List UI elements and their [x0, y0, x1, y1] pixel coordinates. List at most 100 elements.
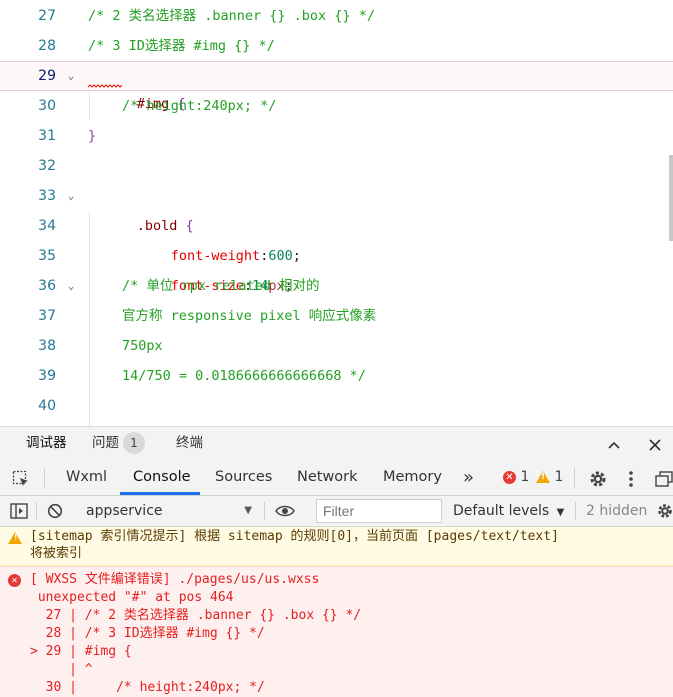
tab-console[interactable]: Console: [133, 460, 191, 495]
filter-input[interactable]: [316, 499, 442, 523]
error-detail: unexpected "#" at pos 464: [30, 590, 234, 605]
settings-button[interactable]: [588, 460, 608, 495]
log-levels-dropdown[interactable]: Default levels ▼: [453, 496, 564, 526]
console-error-message: ✕ [ WXSS 文件编译错误] ./pages/us/us.wxss unex…: [0, 566, 673, 697]
collapse-panel-button[interactable]: [607, 427, 621, 461]
tab-issues[interactable]: 问题 1: [92, 427, 145, 461]
tab-debugger[interactable]: 调试器: [26, 427, 67, 461]
error-icon: ✕: [503, 470, 516, 484]
line-number: 29: [38, 68, 56, 84]
undock-icon: [655, 470, 673, 487]
chevron-up-icon: [608, 441, 620, 449]
console-settings-button[interactable]: [656, 496, 673, 526]
context-select[interactable]: appservice ▼: [80, 499, 256, 523]
line-number: 30: [38, 98, 56, 114]
warning-text: 将被索引: [30, 546, 83, 561]
gear-icon: [590, 471, 606, 486]
code-line: 35 font-size:14px;: [0, 241, 673, 294]
code-comment: /* height:240px; */: [122, 98, 277, 114]
devtools-tab-bar: Wxml Console Sources Network Memory » ✕ …: [0, 460, 673, 496]
code-comment: 14/750 = 0.0186666666666668 */: [122, 368, 366, 384]
cursor-select-icon: [12, 470, 28, 486]
code-line: 37 官方称 responsive pixel 响应式像素: [0, 301, 673, 331]
more-options-button[interactable]: [628, 460, 634, 495]
warning-icon: [536, 471, 550, 483]
line-number: 32: [38, 158, 56, 174]
code-line: 40 font-size:34rpx;: [0, 391, 673, 421]
context-select-value: appservice: [86, 503, 163, 519]
line-number: 34: [38, 218, 56, 234]
code-comment: /* 3 ID选择器 #img {} */: [88, 38, 275, 54]
line-number: 28: [38, 38, 56, 54]
separator: [264, 502, 265, 520]
code-comment: /* 单位 rpx related 相对的: [122, 278, 320, 294]
live-expression-button[interactable]: [275, 496, 295, 526]
error-title[interactable]: [ WXSS 文件编译错误] ./pages/us/us.wxss: [30, 571, 319, 589]
code-line: 28 /* 3 ID选择器 #img {} */: [0, 31, 673, 61]
code-line: 31 }: [0, 121, 673, 151]
tab-network[interactable]: Network: [297, 460, 358, 495]
panel-tab-bar: 调试器 问题 1 终端: [0, 426, 673, 460]
hidden-messages-count[interactable]: 2 hidden: [586, 496, 647, 526]
issues-count-badge: 1: [123, 432, 145, 454]
line-number: 39: [38, 368, 56, 384]
line-number: 38: [38, 338, 56, 354]
tab-terminal[interactable]: 终端: [176, 427, 203, 461]
inspect-element-button[interactable]: [12, 460, 30, 495]
error-code-frame: 27 | /* 2 类名选择器 .banner {} .box {} */: [30, 608, 362, 623]
close-brace: }: [88, 128, 97, 144]
line-number: 31: [38, 128, 56, 144]
code-line: 34 font-weight:600;: [0, 211, 673, 264]
code-comment: /* 2 类名选择器 .banner {} .box {} */: [88, 8, 375, 24]
sidebar-toggle-icon: [10, 503, 28, 519]
code-line: 38 750px: [0, 331, 673, 361]
line-number: 37: [38, 308, 56, 324]
separator: [36, 502, 37, 520]
indent-guide: [89, 92, 90, 120]
code-comment: 官方称 responsive pixel 响应式像素: [122, 308, 377, 324]
separator: [44, 468, 45, 488]
tab-sources[interactable]: Sources: [215, 460, 272, 495]
fold-chevron-icon[interactable]: ⌄: [64, 181, 78, 211]
caret-down-icon: ▼: [244, 505, 252, 516]
tab-memory[interactable]: Memory: [383, 460, 442, 495]
clear-console-button[interactable]: [47, 496, 63, 526]
error-icon: ✕: [8, 572, 21, 587]
console-warning-message: [sitemap 索引情况提示] 根据 sitemap 的规则[0]，当前页面 …: [0, 527, 673, 566]
eye-icon: [275, 505, 295, 517]
error-code-frame: > 29 | #img {: [30, 644, 132, 659]
line-number: 40: [38, 398, 56, 414]
line-number: 27: [38, 8, 56, 24]
tab-issues-label: 问题: [92, 435, 119, 451]
error-code-frame: 28 | /* 3 ID选择器 #img {} */: [30, 626, 265, 641]
code-line-error: 29 ⌄ #img {: [0, 61, 673, 112]
indent-guide: [89, 212, 90, 426]
kebab-menu-icon: [629, 470, 633, 487]
log-levels-label: Default levels: [453, 503, 550, 519]
fold-chevron-icon[interactable]: ⌄: [64, 62, 78, 90]
warning-counter[interactable]: 1: [536, 460, 563, 495]
active-tab-indicator: [120, 492, 200, 495]
code-line: 30 /* height:240px; */: [0, 91, 673, 121]
separator: [575, 502, 576, 520]
editor-scrollbar[interactable]: [669, 155, 673, 241]
line-number: 36: [38, 278, 56, 294]
close-panel-button[interactable]: [648, 427, 662, 461]
clear-icon: [47, 503, 63, 519]
fold-chevron-icon[interactable]: ⌄: [64, 271, 78, 301]
warning-count: 1: [554, 469, 564, 485]
code-line: 32: [0, 151, 673, 181]
code-line: 33 ⌄ .bold {: [0, 181, 673, 234]
more-tabs-button[interactable]: »: [463, 460, 474, 495]
tab-wxml[interactable]: Wxml: [66, 460, 107, 495]
toggle-sidebar-button[interactable]: [10, 496, 28, 526]
code-line: 36 ⌄ /* 单位 rpx related 相对的: [0, 271, 673, 301]
undock-button[interactable]: [655, 460, 673, 495]
caret-down-icon: ▼: [556, 507, 565, 518]
line-number: 33: [38, 188, 56, 204]
code-editor[interactable]: 27 /* 2 类名选择器 .banner {} .box {} */ 28 /…: [0, 0, 673, 426]
error-counter[interactable]: ✕ 1: [503, 460, 529, 495]
error-count: 1: [520, 469, 530, 485]
line-number: 35: [38, 248, 56, 264]
code-line: 27 /* 2 类名选择器 .banner {} .box {} */: [0, 1, 673, 31]
